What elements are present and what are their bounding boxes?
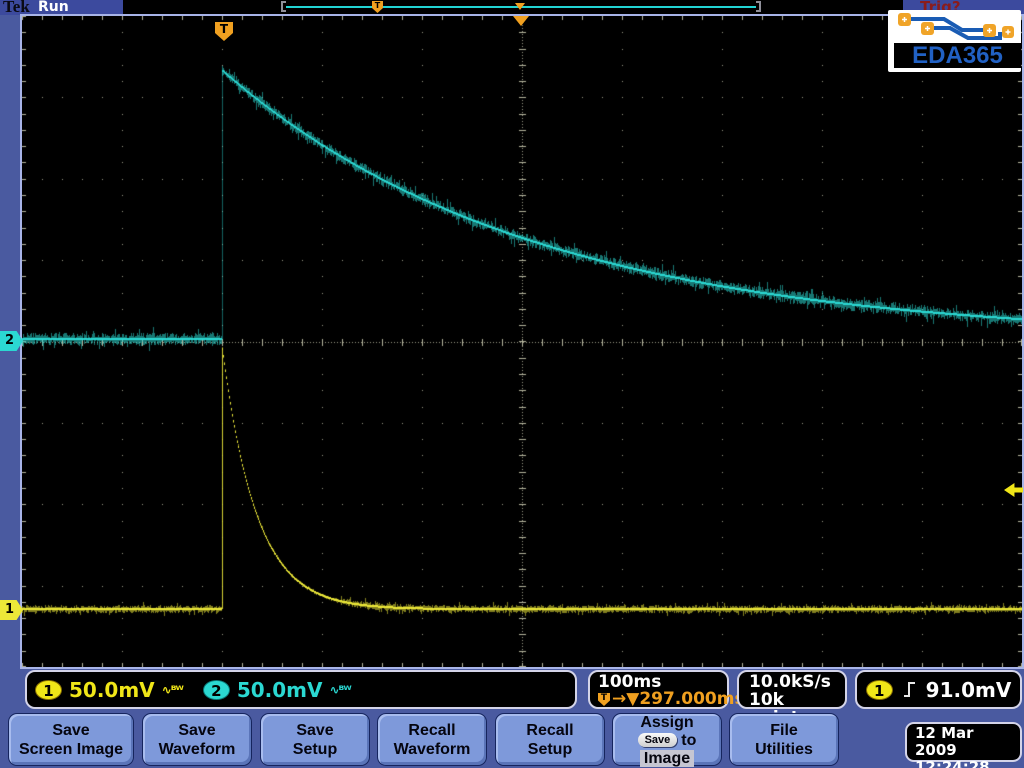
button-label: to: [681, 731, 697, 749]
acquisition-status: Run: [38, 0, 69, 15]
assign-save-to-image-button[interactable]: Assign Save to Image: [612, 713, 722, 767]
sample-rate: 10.0kS/s: [749, 672, 831, 692]
channel-readout-box: 1 50.0mV ∿ᴮᵂ 2 50.0mV ∿ᴮᵂ: [25, 670, 577, 709]
expansion-point-icon: [513, 16, 529, 26]
record-expansion-marker-icon: [515, 3, 525, 10]
horizontal-position: →▼297.000ms: [612, 689, 745, 709]
ch1-scale: 50.0mV: [69, 677, 155, 702]
button-label: Recall: [526, 721, 574, 739]
assigned-target-label: Image: [639, 749, 695, 767]
trigger-readout-box: 1 91.0mV: [855, 670, 1022, 709]
button-label: Save: [52, 721, 90, 739]
timebase-readout-box: 100ms T →▼297.000ms: [588, 670, 745, 709]
datetime-box: 12 Mar 2009 12:24:28: [905, 722, 1022, 768]
record-view: T: [123, 0, 903, 14]
save-key-badge: Save: [637, 732, 678, 747]
save-screen-image-button[interactable]: Save Screen Image: [8, 713, 134, 766]
record-trigger-position-icon: T: [372, 1, 383, 13]
button-label: Save: [296, 721, 334, 739]
button-label: File: [770, 721, 798, 739]
rising-edge-icon: [903, 682, 915, 697]
top-status-bar: Tek Run T Trig?: [0, 0, 1024, 16]
button-label: Save: [178, 721, 216, 739]
button-label: Save to: [637, 731, 697, 750]
recall-setup-button[interactable]: Recall Setup: [495, 713, 605, 766]
ch1-badge: 1: [35, 679, 62, 700]
file-utilities-button[interactable]: File Utilities: [729, 713, 839, 766]
recall-waveform-button[interactable]: Recall Waveform: [377, 713, 487, 766]
ch2-badge: 2: [202, 679, 230, 700]
button-label: Utilities: [755, 740, 813, 758]
eda365-logo: EDA365: [888, 10, 1021, 72]
trigger-t-icon: T: [598, 693, 610, 706]
button-label: Waveform: [158, 740, 236, 758]
date: 12 Mar 2009: [915, 724, 974, 759]
ch1-coupling-bandwidth-icon: ∿ᴮᵂ: [161, 682, 184, 697]
eda365-logo-text: EDA365: [894, 43, 1021, 68]
ch2-scale: 50.0mV: [236, 677, 323, 702]
circuit-trace-graphic: [898, 13, 1014, 40]
waveform-canvas: [22, 16, 1022, 667]
button-label: Setup: [527, 740, 573, 758]
time: 12:24:28: [915, 758, 990, 768]
button-label: Setup: [292, 740, 338, 758]
oscilloscope-screen: Tek Run T Trig? T 2 1 EDA365 1 50.0mV ∿ᴮ…: [0, 0, 1024, 768]
button-label: Assign: [640, 713, 694, 731]
ch2-coupling-bandwidth-icon: ∿ᴮᵂ: [329, 682, 352, 697]
trigger-source-badge: 1: [865, 679, 893, 700]
button-label: Recall: [408, 721, 456, 739]
button-label: Screen Image: [18, 740, 124, 758]
record-window-right-bracket: [756, 1, 761, 12]
waveform-display: T: [20, 14, 1024, 669]
button-label: Waveform: [393, 740, 471, 758]
save-setup-button[interactable]: Save Setup: [260, 713, 370, 766]
save-waveform-button[interactable]: Save Waveform: [142, 713, 252, 766]
trigger-level: 91.0mV: [925, 677, 1012, 702]
acquisition-readout-box: 10.0kS/s 10k points: [737, 670, 847, 727]
